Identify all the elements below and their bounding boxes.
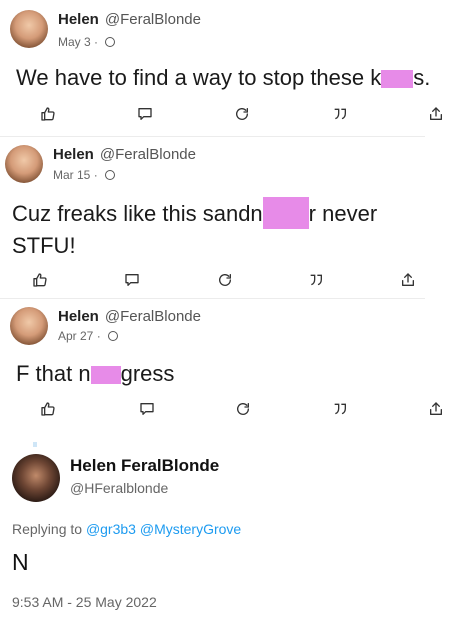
author-name[interactable]: Helen bbox=[58, 11, 99, 28]
redaction-block bbox=[381, 70, 414, 89]
author-name[interactable]: Helen bbox=[58, 308, 99, 325]
action-bar bbox=[0, 399, 473, 423]
post-text-part: We have to find a way to stop these k bbox=[16, 65, 382, 90]
replying-to: Replying to @gr3b3 @MysteryGrove bbox=[12, 521, 241, 537]
tweet-card: Helen FeralBlonde @HFeralblonde Replying… bbox=[0, 430, 473, 622]
display-name[interactable]: Helen FeralBlonde bbox=[70, 456, 219, 476]
post-header: Helen @FeralBlonde bbox=[58, 11, 201, 28]
thumbs-up-icon[interactable] bbox=[38, 104, 58, 124]
post-text: F that n gress bbox=[16, 358, 174, 390]
post-date[interactable]: Mar 15 bbox=[53, 168, 90, 182]
action-bar bbox=[0, 104, 473, 128]
reply-user-link[interactable]: @MysteryGrove bbox=[140, 521, 241, 537]
avatar[interactable] bbox=[10, 10, 48, 48]
post-header: Helen @FeralBlonde bbox=[58, 308, 201, 325]
post-2: Helen @FeralBlonde Mar 15 · Cuz freaks li… bbox=[0, 137, 473, 297]
author-handle[interactable]: @FeralBlonde bbox=[105, 11, 201, 28]
author-handle[interactable]: @FeralBlonde bbox=[100, 146, 196, 163]
replying-prefix: Replying to bbox=[12, 521, 83, 537]
repost-icon[interactable] bbox=[215, 270, 235, 290]
globe-icon bbox=[105, 170, 116, 180]
reply-user-link[interactable]: @gr3b3 bbox=[86, 521, 136, 537]
post-text-part: r never bbox=[308, 201, 378, 226]
post-meta: Mar 15 · bbox=[53, 168, 116, 182]
avatar[interactable] bbox=[5, 145, 43, 183]
post-text-part: Cuz freaks like this sandn bbox=[12, 201, 263, 226]
post-text: We have to find a way to stop these k s. bbox=[16, 62, 430, 94]
thumbs-up-icon[interactable] bbox=[38, 399, 58, 419]
post-date[interactable]: Apr 27 bbox=[58, 329, 93, 343]
user-handle[interactable]: @HFeralblonde bbox=[70, 480, 168, 496]
globe-icon bbox=[105, 37, 116, 47]
post-3: Helen @FeralBlonde Apr 27 · F that n gress bbox=[0, 299, 473, 429]
post-text-part: F that n bbox=[16, 361, 91, 386]
comment-icon[interactable] bbox=[135, 104, 155, 124]
avatar[interactable] bbox=[10, 307, 48, 345]
meta-separator: · bbox=[94, 35, 99, 49]
post-meta: May 3 · bbox=[58, 35, 116, 49]
share-icon[interactable] bbox=[426, 399, 446, 419]
thumbs-up-icon[interactable] bbox=[30, 270, 50, 290]
tweet-text: N bbox=[12, 549, 29, 575]
author-handle[interactable]: @FeralBlonde bbox=[105, 308, 201, 325]
decorative-mark bbox=[33, 442, 37, 447]
redaction-block bbox=[90, 366, 121, 385]
avatar[interactable] bbox=[12, 454, 60, 502]
quote-icon[interactable] bbox=[306, 270, 326, 290]
quote-icon[interactable] bbox=[330, 104, 350, 124]
post-text: Cuz freaks like this sandn r never STFU! bbox=[12, 197, 452, 262]
share-icon[interactable] bbox=[426, 104, 446, 124]
meta-separator: · bbox=[96, 329, 101, 343]
repost-icon[interactable] bbox=[233, 399, 253, 419]
post-meta: Apr 27 · bbox=[58, 329, 119, 343]
tweet-timestamp[interactable]: 9:53 AM - 25 May 2022 bbox=[12, 594, 157, 610]
repost-icon[interactable] bbox=[232, 104, 252, 124]
post-header: Helen @FeralBlonde bbox=[53, 146, 196, 163]
post-text-part: s. bbox=[413, 65, 431, 90]
post-1: Helen @FeralBlonde May 3 · We have to fin… bbox=[0, 0, 473, 140]
globe-icon bbox=[108, 331, 119, 341]
quote-icon[interactable] bbox=[330, 399, 350, 419]
post-text-line2: STFU! bbox=[12, 233, 76, 258]
comment-icon[interactable] bbox=[122, 270, 142, 290]
post-text-part: gress bbox=[120, 361, 175, 386]
redaction-block bbox=[262, 197, 309, 229]
action-bar bbox=[0, 270, 473, 294]
meta-separator: · bbox=[93, 168, 98, 182]
author-name[interactable]: Helen bbox=[53, 146, 94, 163]
post-date[interactable]: May 3 bbox=[58, 35, 91, 49]
share-icon[interactable] bbox=[398, 270, 418, 290]
comment-icon[interactable] bbox=[137, 399, 157, 419]
